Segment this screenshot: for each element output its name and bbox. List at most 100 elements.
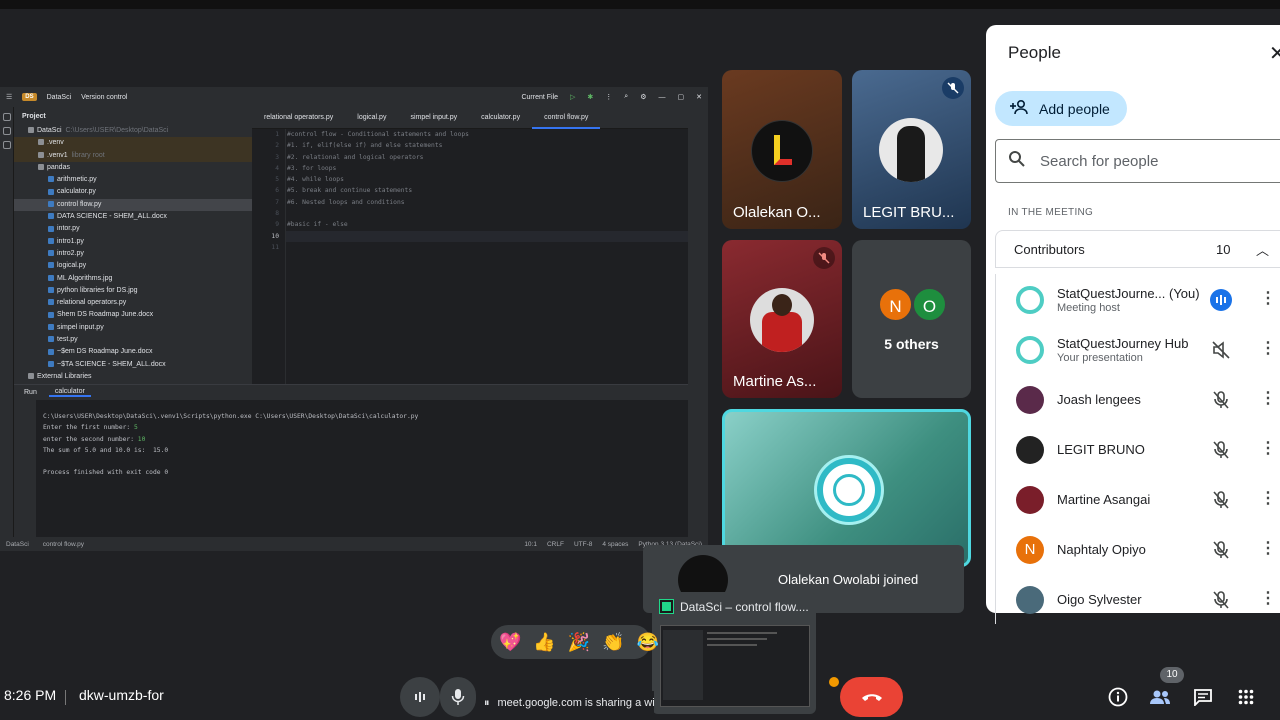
- mic-off-icon[interactable]: [1210, 389, 1232, 411]
- code-line[interactable]: [286, 208, 688, 219]
- meeting-info-icon[interactable]: [1107, 686, 1129, 708]
- pause-icon[interactable]: ⏸: [484, 697, 490, 710]
- speaking-icon[interactable]: [1210, 289, 1232, 311]
- code-line[interactable]: #5. break and continue statements: [286, 185, 688, 196]
- tree-item[interactable]: calculator.py: [14, 186, 252, 198]
- microphone-button[interactable]: [440, 677, 476, 717]
- people-icon[interactable]: [1149, 686, 1171, 708]
- participant-tile-legit-bruno[interactable]: LEGIT BRU...: [852, 70, 971, 229]
- code-area[interactable]: #control flow - Conditional statements a…: [286, 129, 688, 253]
- tree-item[interactable]: External Libraries: [14, 371, 252, 383]
- audio-level-button[interactable]: [400, 677, 440, 717]
- code-line[interactable]: #1. if, elif(else if) and else statement…: [286, 140, 688, 151]
- speaker-muted-icon[interactable]: [1210, 339, 1232, 361]
- tree-item[interactable]: DataSci C:\Users\USER\Desktop\DataSci: [14, 125, 252, 137]
- more-options-icon[interactable]: ⋮: [1260, 488, 1276, 508]
- participant-tile-martine[interactable]: Martine As...: [722, 240, 842, 398]
- code-line[interactable]: [286, 242, 688, 253]
- more-tools-icon[interactable]: [2, 141, 11, 149]
- debug-icon[interactable]: ✱: [587, 93, 593, 101]
- run-tab-calculator[interactable]: calculator: [48, 388, 91, 397]
- code-line[interactable]: #control flow - Conditional statements a…: [286, 129, 688, 140]
- status-indent[interactable]: 4 spaces: [602, 541, 628, 548]
- tree-item[interactable]: control flow.py: [14, 198, 252, 212]
- code-line[interactable]: #basic if - else: [286, 219, 688, 230]
- mic-off-icon[interactable]: [1210, 439, 1232, 461]
- code-line[interactable]: #3. for loops: [286, 163, 688, 174]
- reaction-emoji[interactable]: 🎉: [568, 632, 590, 653]
- editor-tab[interactable]: calculator.py: [469, 107, 532, 129]
- editor-tab[interactable]: logical.py: [345, 107, 398, 129]
- member-row[interactable]: StatQuestJourne... (You) Meeting host ⋮: [995, 274, 1280, 324]
- minimize-icon[interactable]: —: [659, 94, 666, 101]
- structure-icon[interactable]: [2, 127, 11, 135]
- status-encoding[interactable]: UTF-8: [574, 541, 592, 548]
- search-icon[interactable]: ⌕: [624, 93, 628, 101]
- reaction-emoji[interactable]: 😂: [637, 632, 659, 653]
- tree-item[interactable]: simpel input.py: [14, 322, 252, 334]
- tree-item[interactable]: test.py: [14, 334, 252, 346]
- code-line[interactable]: #6. Nested loops and conditions: [286, 197, 688, 208]
- chevron-up-icon[interactable]: ︿: [1256, 240, 1269, 259]
- mic-off-icon[interactable]: [1210, 489, 1232, 511]
- tree-item[interactable]: intor.py: [14, 223, 252, 235]
- code-line[interactable]: #4. while loops: [286, 174, 688, 185]
- run-icon[interactable]: ▷: [570, 93, 575, 101]
- member-row[interactable]: Joash lengees ⋮: [995, 374, 1280, 424]
- member-row[interactable]: Oigo Sylvester ⋮: [995, 574, 1280, 624]
- settings-icon[interactable]: ⚙: [640, 93, 646, 101]
- member-row[interactable]: Martine Asangai ⋮: [995, 474, 1280, 524]
- menu-icon[interactable]: ☰: [6, 93, 12, 101]
- mic-off-icon[interactable]: [1210, 539, 1232, 561]
- activities-grid-icon[interactable]: [1235, 686, 1257, 708]
- mic-off-icon[interactable]: [1210, 589, 1232, 611]
- member-row[interactable]: LEGIT BRUNO ⋮: [995, 424, 1280, 474]
- tree-item[interactable]: pandas: [14, 162, 252, 174]
- reaction-emoji[interactable]: 👏: [602, 632, 624, 653]
- status-line-separator[interactable]: CRLF: [547, 541, 564, 548]
- tree-item[interactable]: intro1.py: [14, 236, 252, 248]
- version-control-menu[interactable]: Version control: [81, 94, 127, 101]
- tree-item[interactable]: .venv: [14, 137, 252, 150]
- add-people-button[interactable]: Add people: [995, 91, 1127, 126]
- tree-item[interactable]: DATA SCIENCE - SHEM_ALL.docx: [14, 211, 252, 223]
- participant-tile-olalekan[interactable]: Olalekan O...: [722, 70, 842, 229]
- tree-item[interactable]: .venv1 library root: [14, 149, 252, 162]
- leave-call-button[interactable]: [840, 677, 903, 717]
- search-people-field[interactable]: Search for people: [995, 139, 1280, 183]
- member-row[interactable]: N Naphtaly Opiyo ⋮: [995, 524, 1280, 574]
- tree-item[interactable]: ML Algorithms.jpg: [14, 273, 252, 285]
- more-options-icon[interactable]: ⋮: [1260, 288, 1276, 308]
- tree-item[interactable]: Shem DS Roadmap June.docx: [14, 309, 252, 321]
- folder-icon[interactable]: [2, 113, 11, 121]
- more-options-icon[interactable]: ⋮: [1260, 338, 1276, 358]
- tree-item[interactable]: relational operators.py: [14, 297, 252, 309]
- more-icon[interactable]: ⋮: [605, 93, 612, 101]
- project-selector[interactable]: DataSci: [47, 94, 72, 101]
- code-editor[interactable]: 1 2 3 4 5 6 7 8 9 10 11 #control flow - Conditiona…: [252, 129, 688, 384]
- presentation-tile[interactable]: [722, 409, 971, 567]
- contributors-group-header[interactable]: Contributors 10 ︿: [995, 230, 1280, 268]
- tree-item[interactable]: ~$TA SCIENCE - SHEM_ALL.docx: [14, 359, 252, 371]
- code-line[interactable]: #2. relational and logical operators: [286, 152, 688, 163]
- editor-tab[interactable]: control flow.py: [532, 107, 601, 129]
- maximize-icon[interactable]: ▢: [678, 93, 685, 101]
- status-file[interactable]: control flow.py: [43, 541, 84, 548]
- reaction-emoji[interactable]: 👍: [533, 632, 555, 653]
- code-line[interactable]: [286, 230, 688, 242]
- tree-item[interactable]: intro2.py: [14, 248, 252, 260]
- tree-item[interactable]: ~$em DS Roadmap June.docx: [14, 346, 252, 358]
- status-position[interactable]: 10:1: [524, 541, 537, 548]
- tree-item[interactable]: python libraries for DS.jpg: [14, 285, 252, 297]
- tree-item[interactable]: arithmetic.py: [14, 174, 252, 186]
- status-project[interactable]: DataSci: [6, 541, 29, 548]
- participant-tile-others[interactable]: N O 5 others: [852, 240, 971, 398]
- more-options-icon[interactable]: ⋮: [1260, 538, 1276, 558]
- editor-tab[interactable]: relational operators.py: [252, 107, 345, 129]
- close-icon[interactable]: ✕: [696, 93, 702, 101]
- more-options-icon[interactable]: ⋮: [1260, 438, 1276, 458]
- reaction-emoji[interactable]: 💖: [499, 632, 521, 653]
- editor-tab[interactable]: simpel input.py: [398, 107, 469, 129]
- tree-item[interactable]: logical.py: [14, 260, 252, 272]
- more-options-icon[interactable]: ⋮: [1260, 588, 1276, 608]
